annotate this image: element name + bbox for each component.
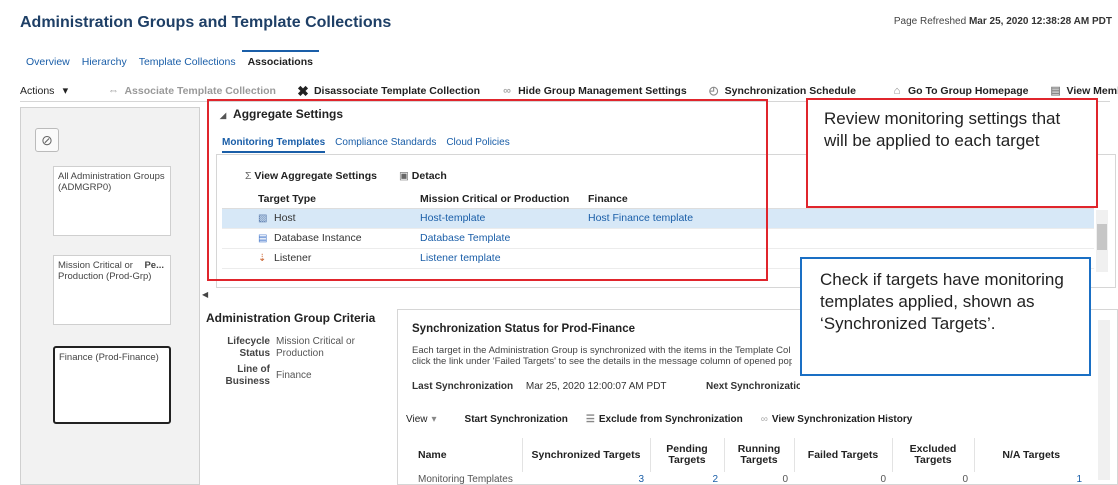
exclude-sync-button[interactable]: ☰ Exclude from Synchronization <box>586 414 743 425</box>
aggregate-scrollbar-thumb[interactable] <box>1097 224 1107 250</box>
reset-icon[interactable]: ⊘ <box>35 128 59 152</box>
failed-targets-cell: 0 <box>880 473 886 485</box>
pane-splitter-arrow[interactable]: ◀ <box>202 290 208 302</box>
hierarchy-node-prod-grp[interactable]: Mission Critical or Production (Prod-Grp… <box>53 255 171 325</box>
members-icon: ▤ <box>1050 84 1061 97</box>
sync-description: Each target in the Administration Group … <box>412 345 792 367</box>
criteria-title: Administration Group Criteria <box>206 311 376 325</box>
home-icon: ⌂ <box>893 84 901 97</box>
actions-label: Actions <box>20 84 55 97</box>
sync-toolbar: View ▾ Start Synchronization ☰ Exclude f… <box>406 414 930 425</box>
glasses-icon: ∞ <box>503 84 511 97</box>
criteria-value: Mission Critical or Production <box>276 336 355 359</box>
view-sync-history-label: View Synchronization History <box>771 414 913 425</box>
schedule-icon: ◴ <box>708 84 719 97</box>
page-title: Administration Groups and Template Colle… <box>20 14 392 31</box>
chevron-down-icon: ▾ <box>431 414 437 425</box>
sync-schedule-label: Synchronization Schedule <box>724 84 856 97</box>
check-callout: Check if targets have monitoring templat… <box>800 257 1091 376</box>
hierarchy-node-prod-finance[interactable]: Finance (Prod-Finance) <box>53 346 171 424</box>
synced-targets-link[interactable]: 3 <box>522 472 650 485</box>
aggregate-highlight-box <box>207 99 768 281</box>
review-callout: Review monitoring settings that will be … <box>806 98 1098 208</box>
associate-label: Associate Template Collection <box>124 84 276 97</box>
exclude-icon: ☰ <box>585 414 595 425</box>
criteria-value: Finance <box>276 370 312 381</box>
criteria-key: Line of Business <box>225 364 270 387</box>
sync-description-line: Each target in the Administration Group … <box>412 345 791 356</box>
column-header-running: Running Targets <box>724 438 795 472</box>
actions-menu[interactable]: Actions ▾ <box>20 85 72 97</box>
sync-scrollbar[interactable] <box>1098 320 1110 480</box>
disassociate-button[interactable]: ✖ Disassociate Template Collection <box>296 82 481 99</box>
node-label: All Administration Groups (ADMGRP0) <box>58 171 165 193</box>
pending-targets-link[interactable]: 2 <box>650 472 724 485</box>
column-header-synchronized: Synchronized Targets <box>522 438 651 472</box>
tab-associations[interactable]: Associations <box>241 50 319 74</box>
sync-status-title: Synchronization Status for Prod-Finance <box>412 323 635 335</box>
tab-hierarchy[interactable]: Hierarchy <box>76 50 133 74</box>
view-sync-history-button[interactable]: ∞ View Synchronization History <box>761 414 913 425</box>
table-row[interactable]: Monitoring Templates 3 2 0 0 0 1 <box>412 472 1088 485</box>
node-label: Mission Critical or Production (Prod-Grp… <box>58 260 152 282</box>
exclude-sync-label: Exclude from Synchronization <box>598 414 743 425</box>
hide-settings-label: Hide Group Management Settings <box>518 84 687 97</box>
na-targets-link[interactable]: 1 <box>974 472 1088 485</box>
hierarchy-pane: ⊘ All Administration Groups (ADMGRP0) Mi… <box>20 107 200 485</box>
column-header-excluded: Excluded Targets <box>892 438 975 472</box>
table-header-row: Name Synchronized Targets Pending Target… <box>412 438 1088 472</box>
column-header-pending: Pending Targets <box>650 438 725 472</box>
view-menu[interactable]: View ▾ <box>406 414 437 425</box>
last-synchronization: Last Synchronization Mar 25, 2020 12:00:… <box>412 381 667 392</box>
column-header-na: N/A Targets <box>1002 448 1061 461</box>
sync-description-line: click the link under 'Failed Targets' to… <box>412 356 792 367</box>
associate-button[interactable]: ⇔ Associate Template Collection <box>106 85 276 97</box>
node-label: Finance (Prod-Finance) <box>59 352 159 363</box>
sync-status-table: Name Synchronized Targets Pending Target… <box>412 438 1088 485</box>
column-header-name: Name <box>412 438 523 472</box>
sync-schedule-button[interactable]: ◴ Synchronization Schedule <box>707 85 856 97</box>
next-sync-label: Next Synchronizatio <box>706 381 800 392</box>
start-sync-label: Start Synchronization <box>464 414 568 425</box>
view-members-button[interactable]: ▤ View Members <box>1049 85 1118 97</box>
go-home-label: Go To Group Homepage <box>907 84 1029 97</box>
criteria-row: Line of Business Finance <box>218 364 356 388</box>
last-sync-value: Mar 25, 2020 12:00:07 AM PDT <box>525 381 667 392</box>
excluded-targets-cell: 0 <box>962 473 968 485</box>
refresh-time: Mar 25, 2020 12:38:28 AM PDT <box>968 16 1112 27</box>
hierarchy-node-admgrp0[interactable]: All Administration Groups (ADMGRP0) <box>53 166 171 236</box>
disassociate-label: Disassociate Template Collection <box>313 84 481 97</box>
refresh-label: Page Refreshed <box>893 16 967 27</box>
tab-overview[interactable]: Overview <box>20 50 76 74</box>
start-sync-button[interactable]: Start Synchronization <box>465 414 568 425</box>
view-label: View <box>406 414 428 425</box>
criteria-row: Lifecycle Status Mission Critical or Pro… <box>218 336 356 360</box>
hide-settings-button[interactable]: ∞ Hide Group Management Settings <box>500 85 687 97</box>
main-tabs: Overview Hierarchy Template Collections … <box>20 50 319 74</box>
column-header-failed: Failed Targets <box>794 438 893 472</box>
criteria-key: Lifecycle Status <box>227 336 270 359</box>
go-home-button[interactable]: ⌂ Go To Group Homepage <box>890 85 1029 97</box>
running-targets-cell: 0 <box>782 473 788 485</box>
last-sync-label: Last Synchronization <box>412 381 514 392</box>
view-members-label: View Members <box>1066 84 1118 97</box>
node-extra: Pe... <box>144 260 164 271</box>
glasses-icon: ∞ <box>760 414 768 425</box>
name-cell: Monitoring Templates <box>418 473 513 485</box>
close-icon: ✖ <box>297 82 309 99</box>
chevron-down-icon: ▾ <box>62 84 69 97</box>
criteria-list: Lifecycle Status Mission Critical or Pro… <box>218 336 356 388</box>
tab-template-collections[interactable]: Template Collections <box>133 50 242 74</box>
associate-icon: ⇔ <box>107 84 119 97</box>
page-refreshed: Page Refreshed Mar 25, 2020 12:38:28 AM … <box>894 16 1112 27</box>
